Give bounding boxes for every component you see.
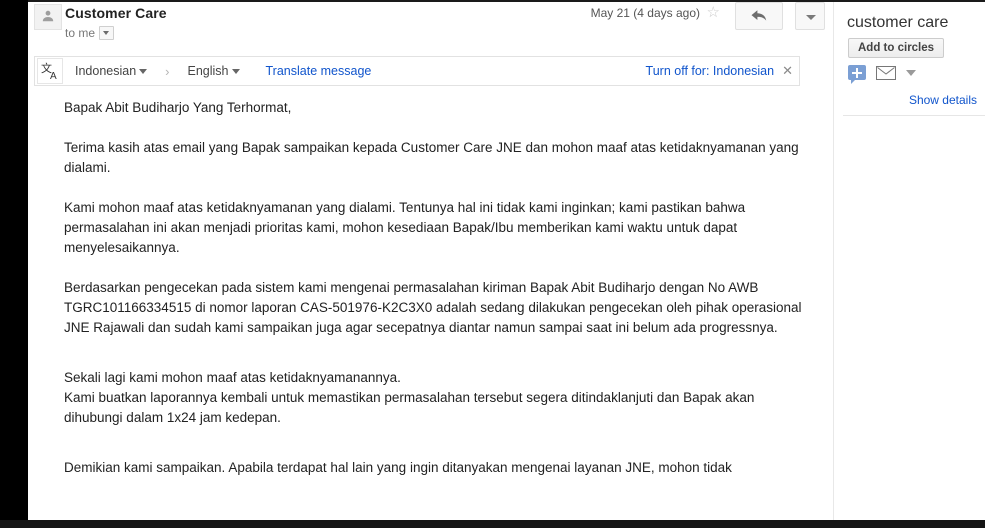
body-paragraph-6: Kami buatkan laporannya kembali untuk me… — [64, 390, 755, 425]
recipient-line[interactable]: to me — [65, 26, 115, 40]
sender-name[interactable]: Customer Care — [65, 5, 167, 21]
message-date: May 21 (4 days ago) — [590, 6, 700, 20]
body-paragraph-5: Sekali lagi kami mohon maaf atas ketidak… — [64, 370, 401, 385]
body-paragraph-1: Bapak Abit Budiharjo Yang Terhormat, — [64, 100, 292, 115]
body-paragraph-2: Terima kasih atas email yang Bapak sampa… — [64, 140, 799, 175]
language-direction-arrow: › — [165, 63, 170, 79]
person-avatar-icon — [34, 4, 62, 30]
left-frame-band — [0, 0, 28, 520]
turn-off-language-link[interactable]: Turn off for: Indonesian — [646, 64, 775, 78]
show-details-link[interactable]: Show details — [909, 93, 977, 107]
chat-plus-icon[interactable] — [848, 65, 866, 84]
body-paragraph-3: Kami mohon maaf atas ketidaknyamanan yan… — [64, 200, 746, 255]
target-language-select[interactable]: English — [188, 64, 240, 78]
more-actions-button[interactable] — [795, 2, 825, 30]
contact-name: customer care — [847, 14, 949, 31]
add-to-circles-button[interactable]: Add to circles — [848, 38, 945, 58]
contact-sidebar: customer care Add to circles Show detail… — [835, 2, 985, 520]
translate-message-link[interactable]: Translate message — [266, 64, 372, 78]
chevron-down-icon[interactable] — [906, 69, 916, 76]
svg-text:A: A — [50, 71, 57, 81]
source-language-label: Indonesian — [75, 64, 137, 78]
turn-off-group: Turn off for: Indonesian ✕ — [646, 63, 793, 79]
contact-actions — [848, 65, 916, 84]
body-paragraph-4: Berdasarkan pengecekan pada sistem kami … — [64, 280, 802, 335]
screen-root: Customer Care to me May 21 (4 days ago) … — [0, 0, 985, 528]
recipient-label: to me — [65, 26, 96, 40]
close-icon[interactable]: ✕ — [782, 63, 793, 79]
chevron-down-icon — [139, 68, 148, 74]
star-icon[interactable]: ☆ — [707, 5, 720, 21]
recipient-details-caret-icon[interactable] — [99, 26, 115, 40]
body-paragraph-7: Demikian kami sampaikan. Apabila terdapa… — [64, 460, 732, 475]
email-page: Customer Care to me May 21 (4 days ago) … — [28, 2, 985, 520]
reply-button[interactable] — [735, 2, 783, 30]
translate-bar: 文 A Indonesian › English Translate messa… — [34, 56, 800, 86]
translate-icon: 文 A — [37, 58, 63, 84]
message-column: Customer Care to me May 21 (4 days ago) … — [28, 2, 834, 520]
message-header: Customer Care to me May 21 (4 days ago) … — [28, 2, 833, 50]
sidebar-divider — [843, 115, 985, 116]
chevron-down-icon — [231, 68, 240, 74]
source-language-select[interactable]: Indonesian — [75, 64, 148, 78]
envelope-icon[interactable] — [876, 65, 896, 80]
bottom-frame-band — [0, 520, 985, 528]
message-body: Bapak Abit Budiharjo Yang Terhormat, Ter… — [64, 98, 812, 498]
target-language-label: English — [187, 64, 229, 78]
